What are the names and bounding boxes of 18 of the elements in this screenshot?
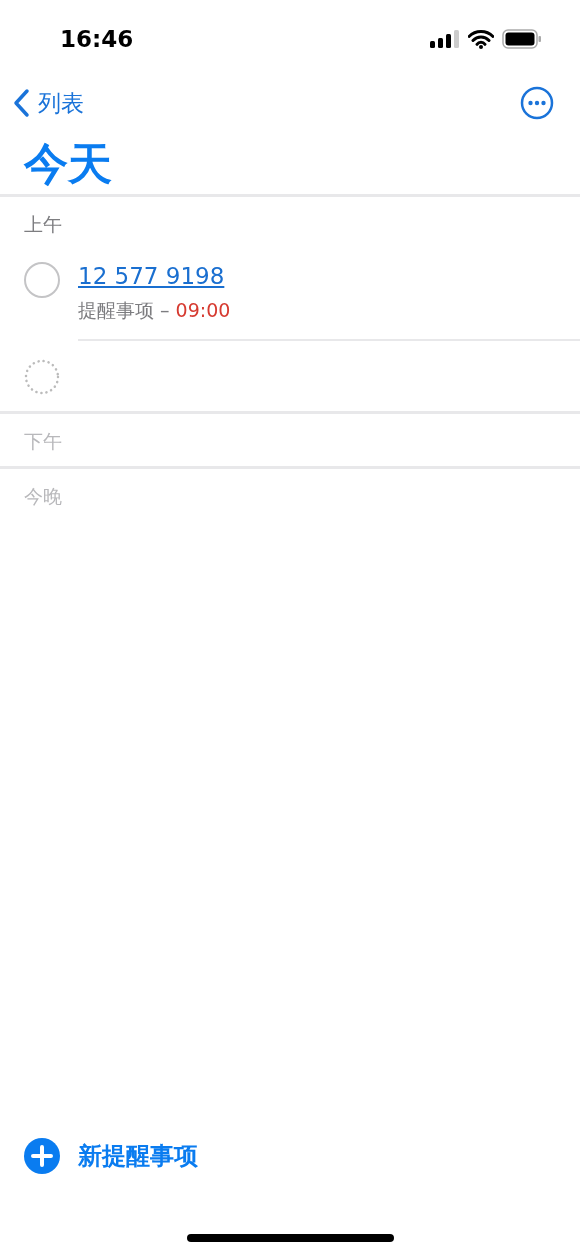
section-header: 今晚 <box>23 484 63 510</box>
reminder-title[interactable]: 12 577 9198 <box>78 262 580 293</box>
back-chevron-icon <box>12 88 30 118</box>
new-item-circle-icon[interactable] <box>24 358 60 395</box>
status-time: 16:46 <box>60 24 134 54</box>
new-reminder-button[interactable]: 新提醒事项 <box>0 1138 580 1234</box>
plus-icon <box>24 1138 60 1174</box>
signal-icon <box>430 30 460 48</box>
more-button[interactable] <box>520 86 554 120</box>
reminder-details: 提醒事项 – 09:00 <box>78 298 232 324</box>
section-header: 上午 <box>23 212 63 238</box>
page-title: 今天 <box>22 137 113 191</box>
back-button[interactable]: 列表 <box>12 85 84 121</box>
section-header: 下午 <box>23 428 63 454</box>
wifi-icon <box>468 29 494 49</box>
reminder-checkbox[interactable] <box>24 262 60 299</box>
battery-icon <box>502 29 542 49</box>
more-icon <box>520 86 554 120</box>
